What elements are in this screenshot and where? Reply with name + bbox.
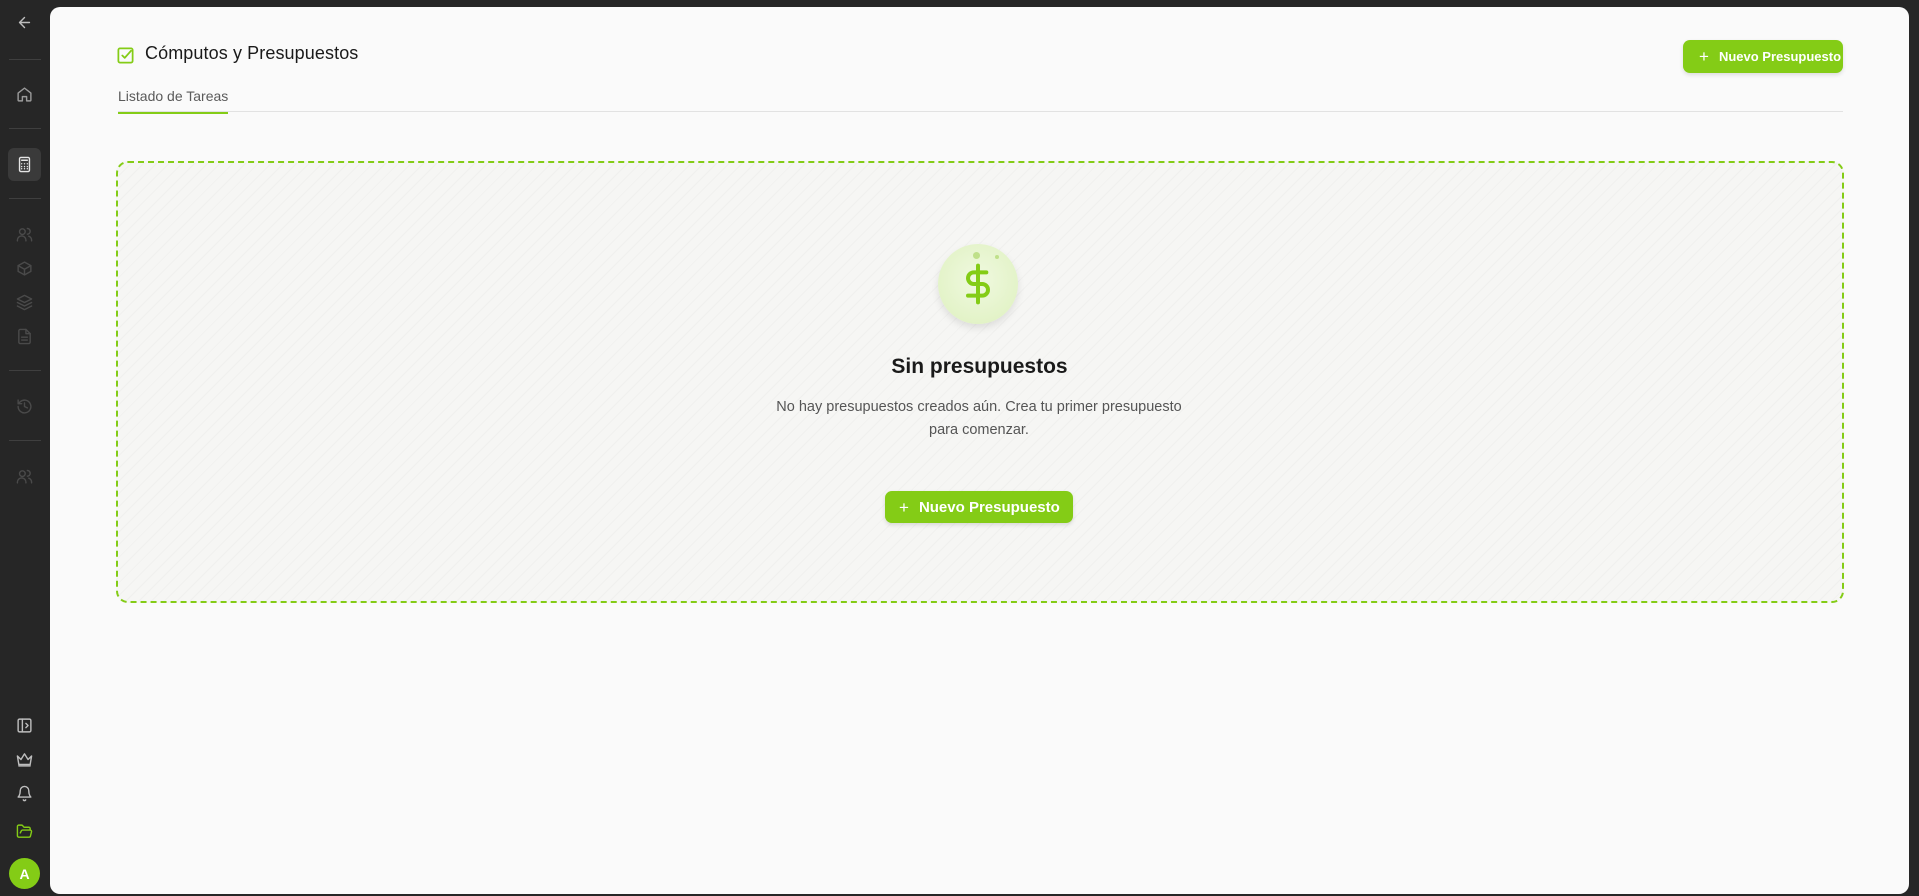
sidebar-toggle-icon[interactable] [8, 709, 41, 742]
box-icon[interactable] [8, 252, 41, 285]
page-title: Cómputos y Presupuestos [145, 43, 359, 63]
sidebar-divider [9, 370, 41, 371]
home-icon[interactable] [8, 78, 41, 111]
history-icon[interactable] [8, 390, 41, 423]
users-icon[interactable] [8, 218, 41, 251]
plus-icon: + [1699, 47, 1709, 66]
empty-state-container [116, 161, 1844, 603]
new-budget-button[interactable]: + Nuevo Presupuesto [1683, 40, 1843, 73]
folder-open-icon[interactable] [8, 815, 41, 848]
new-budget-button-center[interactable]: + Nuevo Presupuesto [885, 491, 1073, 523]
back-arrow-icon[interactable] [8, 6, 41, 39]
team-icon[interactable] [8, 460, 41, 493]
main-panel: Cómputos y Presupuestos + Nuevo Presupue… [50, 7, 1909, 894]
sidebar-divider [9, 440, 41, 441]
layers-icon[interactable] [8, 286, 41, 319]
avatar[interactable]: A [9, 858, 40, 889]
checkbox-icon [117, 47, 134, 64]
sidebar-divider [9, 198, 41, 199]
sidebar-divider [9, 59, 41, 60]
new-budget-button-center-label: Nuevo Presupuesto [918, 498, 1060, 516]
document-icon[interactable] [8, 320, 41, 353]
bell-icon[interactable] [8, 777, 41, 810]
new-budget-button-label: Nuevo Presupuesto [1718, 49, 1842, 64]
empty-state-title: Sin presupuestos [891, 355, 1068, 378]
plus-icon: + [899, 497, 909, 517]
dollar-icon [938, 244, 1018, 324]
sidebar-divider [9, 128, 41, 129]
empty-state-description: No hay presupuestos creados aún. Crea tu… [776, 399, 1182, 438]
tabs-divider [118, 111, 1843, 112]
decorative-dot [995, 255, 999, 259]
calculator-icon[interactable] [8, 148, 41, 181]
decorative-dot [973, 252, 980, 259]
crown-icon[interactable] [8, 743, 41, 776]
sidebar: A [0, 0, 49, 896]
